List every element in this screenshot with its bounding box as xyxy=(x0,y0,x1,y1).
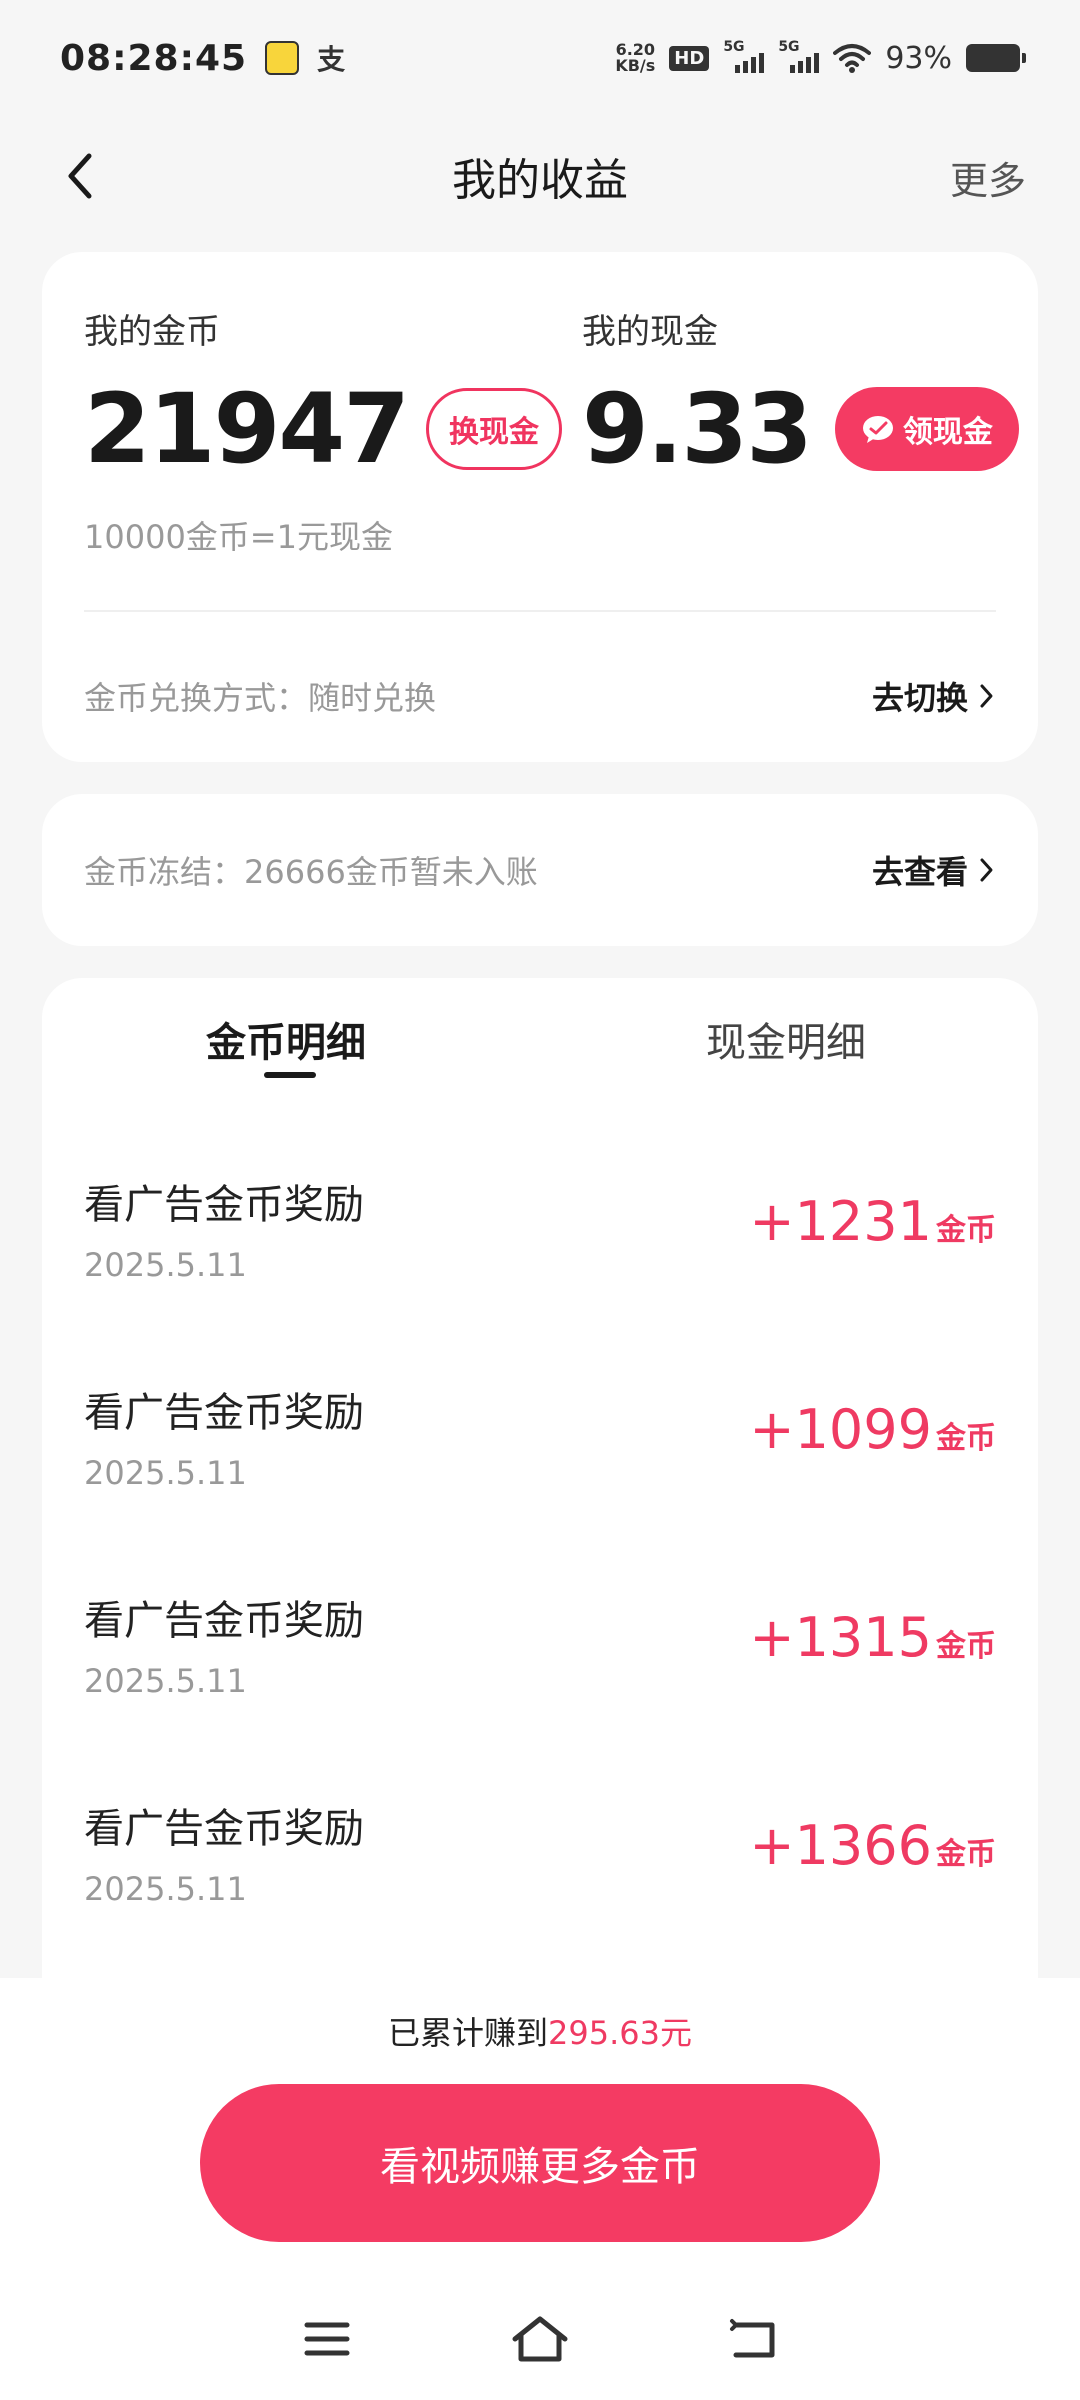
record-amount-unit: 金币 xyxy=(936,1421,996,1456)
view-frozen-button[interactable]: 去查看 xyxy=(872,847,996,893)
record-amount: +1315 金币 xyxy=(749,1606,996,1669)
record-date: 2025.5.11 xyxy=(84,1246,247,1284)
exchange-mode-text: 金币兑换方式：随时兑换 xyxy=(84,679,437,717)
exchange-cash-button[interactable]: 换现金 xyxy=(425,388,562,470)
exchange-rate: 10000金币=1元现金 xyxy=(84,518,393,556)
record-title: 看广告金币奖励 xyxy=(84,1806,364,1852)
home-icon xyxy=(512,2316,568,2362)
switch-mode-label: 去切换 xyxy=(871,679,968,717)
balance-card: 我的金币 21947 换现金 我的现金 9.33 领现金 10000金币=1元现… xyxy=(42,252,1038,762)
back-button[interactable] xyxy=(50,146,110,206)
status-time: 08:28:45 xyxy=(60,37,248,79)
chevron-right-icon xyxy=(980,684,993,708)
signal-icon-1: 5G xyxy=(723,39,765,73)
list-item[interactable]: 看广告金币奖励 2025.5.11 +1315 金币 xyxy=(84,1588,996,1788)
record-amount-value: +1231 xyxy=(749,1190,932,1253)
record-amount-value: +1366 xyxy=(749,1814,932,1877)
chevron-left-icon xyxy=(68,153,92,199)
status-bar: 08:28:45 支 6.20 KB/s HD 5G 5G 93% xyxy=(0,0,1080,116)
total-earned-value: 295.63元 xyxy=(548,2014,692,2052)
record-amount-value: +1315 xyxy=(749,1606,932,1669)
coins-balance: 我的金币 21947 换现金 xyxy=(84,304,562,479)
record-amount-unit: 金币 xyxy=(936,1213,996,1248)
chevron-right-icon xyxy=(980,858,993,882)
battery-icon xyxy=(966,44,1026,72)
battery-percent: 93% xyxy=(885,40,952,76)
tab-cash-details[interactable]: 现金明细 xyxy=(706,1010,866,1068)
signal-label-1: 5G xyxy=(723,39,745,55)
tab-coin-details[interactable]: 金币明细 xyxy=(206,1010,366,1068)
menu-icon xyxy=(304,2322,350,2356)
app-header: 我的收益 更多 xyxy=(0,116,1080,236)
record-amount: +1366 金币 xyxy=(749,1814,996,1877)
page-title: 我的收益 xyxy=(452,155,628,206)
record-date: 2025.5.11 xyxy=(84,1662,247,1700)
signal-icon-2: 5G xyxy=(778,39,820,73)
switch-mode-button[interactable]: 去切换 xyxy=(872,673,996,719)
divider xyxy=(84,610,996,612)
records-card: 金币明细 现金明细 看广告金币奖励 2025.5.11 +1231 金币 看广告… xyxy=(42,978,1038,2078)
coins-value: 21947 xyxy=(84,373,410,485)
withdraw-cash-label: 领现金 xyxy=(902,415,993,450)
system-nav-bar xyxy=(0,2278,1080,2400)
withdraw-cash-button[interactable]: 领现金 xyxy=(834,387,1019,471)
record-date: 2025.5.11 xyxy=(84,1454,247,1492)
status-right: 6.20 KB/s HD 5G 5G 93% xyxy=(615,39,1026,76)
total-earned: 已累计赚到295.63元 xyxy=(0,2008,1080,2054)
record-amount: +1099 金币 xyxy=(749,1398,996,1461)
cash-value: 9.33 xyxy=(582,373,813,485)
bottom-panel: 已累计赚到295.63元 看视频赚更多金币 xyxy=(0,1978,1080,2400)
alipay-notification-icon: 支 xyxy=(317,43,346,76)
list-item[interactable]: 看广告金币奖励 2025.5.11 +1366 金币 xyxy=(84,1796,996,1996)
cash-balance: 我的现金 9.33 领现金 xyxy=(582,304,1019,479)
network-speed: 6.20 KB/s xyxy=(615,42,655,74)
coins-label: 我的金币 xyxy=(84,312,220,352)
network-speed-unit: KB/s xyxy=(615,56,656,75)
nav-menu-button[interactable] xyxy=(292,2309,362,2369)
nav-home-button[interactable] xyxy=(505,2309,575,2369)
cash-label: 我的现金 xyxy=(582,312,718,352)
hd-badge: HD xyxy=(669,45,710,71)
frozen-coins-card: 金币冻结：26666金币暂未入账 去查看 xyxy=(42,794,1038,946)
status-left: 08:28:45 支 xyxy=(60,38,345,79)
exchange-mode-row: 金币兑换方式：随时兑换 去切换 xyxy=(84,656,996,736)
wifi-icon xyxy=(833,44,872,73)
record-date: 2025.5.11 xyxy=(84,1870,247,1908)
record-amount: +1231 金币 xyxy=(749,1190,996,1253)
view-frozen-label: 去查看 xyxy=(871,853,968,891)
list-item[interactable]: 看广告金币奖励 2025.5.11 +1231 金币 xyxy=(84,1172,996,1372)
app-notification-icon xyxy=(265,41,300,75)
frozen-text: 金币冻结：26666金币暂未入账 xyxy=(84,853,538,891)
more-button[interactable]: 更多 xyxy=(950,150,1026,205)
back-icon xyxy=(730,2319,775,2358)
signal-label-2: 5G xyxy=(778,39,800,55)
page: 08:28:45 支 6.20 KB/s HD 5G 5G 93% 我的收益 更… xyxy=(0,0,1080,2400)
total-earned-label: 已累计赚到 xyxy=(388,2014,549,2052)
tab-indicator xyxy=(264,1072,316,1078)
nav-back-button[interactable] xyxy=(718,2309,788,2369)
record-title: 看广告金币奖励 xyxy=(84,1598,364,1644)
record-amount-unit: 金币 xyxy=(936,1837,996,1872)
watch-video-button[interactable]: 看视频赚更多金币 xyxy=(200,2084,880,2242)
wechat-icon xyxy=(862,416,893,443)
frozen-row: 金币冻结：26666金币暂未入账 去查看 xyxy=(84,830,996,910)
detail-tabs: 金币明细 现金明细 xyxy=(42,978,1038,1128)
record-title: 看广告金币奖励 xyxy=(84,1182,364,1228)
record-amount-unit: 金币 xyxy=(936,1629,996,1664)
record-title: 看广告金币奖励 xyxy=(84,1390,364,1436)
list-item[interactable]: 看广告金币奖励 2025.5.11 +1099 金币 xyxy=(84,1380,996,1580)
record-amount-value: +1099 xyxy=(749,1398,932,1461)
